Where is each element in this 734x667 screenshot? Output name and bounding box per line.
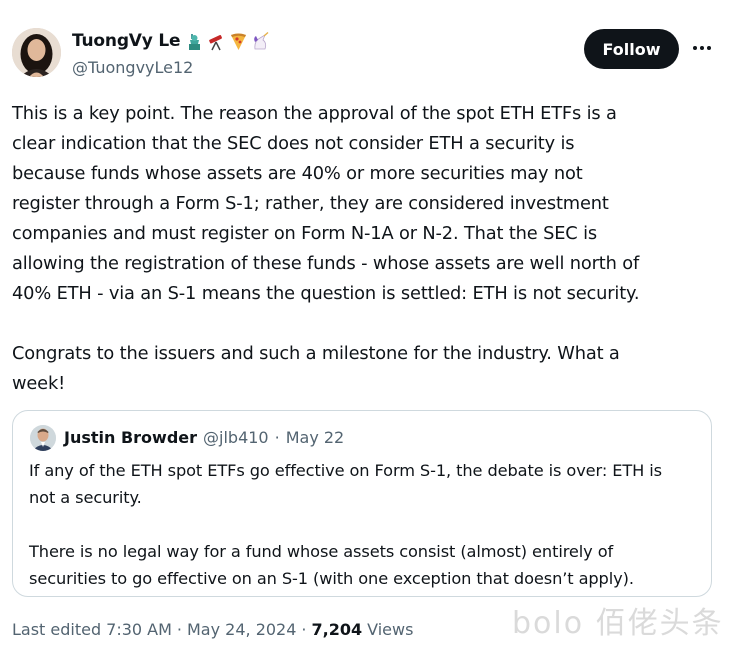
tweet-line: clear indication that the SEC does not c… [12,133,575,154]
quoted-line: not a security. [29,488,142,507]
author-handle[interactable]: @TuongvyLe12 [72,58,193,77]
quoted-line: There is no legal way for a fund whose a… [29,542,614,561]
tweet-line: because funds whose assets are 40% or mo… [12,163,583,184]
views-label: Views [367,620,414,639]
quoted-display-name[interactable]: Justin Browder [64,428,197,447]
tweet-line: allowing the registration of these funds… [12,253,640,274]
meta-separator: · [301,620,307,639]
quoted-author-avatar[interactable] [30,425,56,451]
tweet-line: Congrats to the issuers and such a miles… [12,343,620,364]
quoted-line [29,511,701,538]
statue-of-liberty-icon [185,32,204,51]
views-count[interactable]: 7,204 [312,620,363,639]
tweet-meta: Last edited 7:30 AM · May 24, 2024 · 7,2… [12,620,413,639]
edited-prefix[interactable]: Last edited [12,620,101,639]
quoted-header: Justin Browder @jlb410 · May 22 [64,428,344,447]
tweet-date[interactable]: May 24, 2024 [187,620,296,639]
tweet-line: week! [12,373,66,394]
watermark: bolo 佰佬头条 [512,606,724,641]
quoted-text: If any of the ETH spot ETFs go effective… [29,457,701,592]
tweet-time[interactable]: 7:30 AM [106,620,172,639]
quoted-line: securities to go effective on an S-1 (wi… [29,569,634,588]
quoted-tweet-card[interactable]: Justin Browder @jlb410 · May 22 If any o… [12,410,712,597]
quoted-line: If any of the ETH spot ETFs go effective… [29,461,662,480]
tweet-line [12,309,724,339]
author-display-name[interactable]: TuongVy Le [72,31,181,51]
more-dots-icon[interactable] [690,36,714,60]
tweet-line: companies and must register on Form N-1A… [12,223,597,244]
meta-separator: · [176,620,182,639]
unicorn-icon [251,31,270,51]
quoted-date[interactable]: May 22 [286,428,345,447]
author-emoji-list [185,31,270,51]
author-name-line: TuongVy Le [72,31,270,51]
tweet-line: This is a key point. The reason the appr… [12,103,617,124]
telescope-icon [207,32,226,51]
tweet-line: register through a Form S-1; rather, the… [12,193,609,214]
author-avatar[interactable] [12,28,61,77]
tweet-text: This is a key point. The reason the appr… [12,99,724,399]
tweet-line: 40% ETH - via an S-1 means the question … [12,283,640,304]
quoted-separator: · [274,428,280,447]
pizza-icon [229,32,248,51]
follow-button[interactable]: Follow [584,29,679,69]
quoted-handle[interactable]: @jlb410 [203,428,269,447]
